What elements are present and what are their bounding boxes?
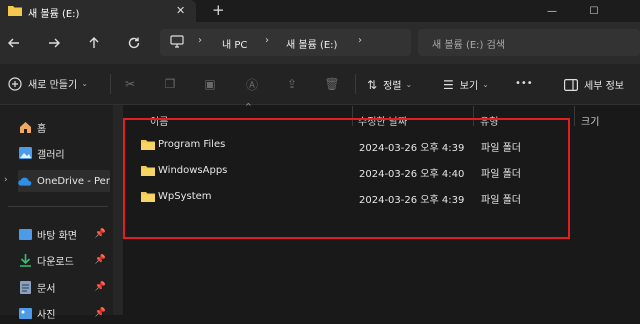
sidebar-item-label: 홈: [37, 123, 47, 135]
command-bar: [0, 64, 640, 105]
refresh-icon: [128, 37, 140, 49]
sidebar-item-downloads[interactable]: 다운로드 📌: [18, 249, 113, 271]
view-button[interactable]: ☰ 보기 ⌄: [443, 77, 489, 93]
sidebar-item-desktop[interactable]: 바탕 화면 📌: [18, 223, 113, 245]
cut-icon[interactable]: ✂: [122, 76, 138, 92]
up-button[interactable]: [80, 29, 108, 57]
sidebar-item-documents[interactable]: 문서 📌: [18, 276, 113, 298]
new-button[interactable]: 새로 만들기 ⌄: [8, 76, 88, 91]
sort-label: 정렬: [383, 81, 402, 92]
column-divider[interactable]: [574, 106, 575, 126]
sort-button[interactable]: ⇅ 정렬 ⌄: [367, 77, 413, 93]
arrow-left-icon: [8, 38, 19, 48]
sidebar-divider: [8, 206, 108, 207]
cloud-icon: [18, 174, 32, 188]
new-tab-button[interactable]: +: [212, 1, 225, 19]
chevron-right-icon[interactable]: ›: [198, 35, 202, 46]
breadcrumb-volume[interactable]: 새 볼륨 (E:): [286, 36, 337, 51]
folder-icon: [8, 4, 22, 19]
search-placeholder: 새 볼륨 (E:) 검색: [432, 40, 506, 51]
more-options-button[interactable]: •••: [515, 78, 533, 89]
sidebar-item-onedrive[interactable]: OneDrive - Pers: [18, 170, 110, 192]
sidebar-item-label: 문서: [37, 283, 56, 295]
back-button[interactable]: [0, 29, 28, 57]
pin-icon[interactable]: 📌: [95, 282, 106, 292]
chevron-right-icon[interactable]: ›: [265, 35, 269, 46]
sidebar-item-home[interactable]: 홈: [18, 116, 113, 138]
gallery-icon: [18, 146, 32, 160]
sidebar-item-label: 다운로드: [37, 256, 74, 268]
chevron-right-icon[interactable]: ›: [358, 35, 362, 46]
delete-icon[interactable]: 🗑: [324, 76, 340, 92]
monitor-icon: [170, 35, 184, 51]
column-header-size[interactable]: 크기: [581, 113, 599, 128]
home-icon: [18, 120, 32, 134]
details-button[interactable]: 세부 정보: [564, 77, 624, 92]
pin-icon[interactable]: 📌: [95, 308, 106, 318]
toolbar-divider: [355, 74, 356, 94]
toolbar-divider: [110, 74, 111, 94]
share-icon[interactable]: ⇪: [284, 76, 300, 92]
sidebar-item-label: 사진: [37, 309, 56, 321]
details-pane-icon: [564, 78, 578, 91]
maximize-button[interactable]: ☐: [574, 0, 614, 22]
forward-button[interactable]: [40, 29, 68, 57]
chevron-down-icon: ⌄: [482, 80, 489, 89]
view-icon: ☰: [443, 77, 454, 92]
pictures-icon: [18, 306, 32, 320]
download-icon: [18, 253, 32, 267]
sort-icon: ⇅: [367, 77, 378, 92]
plus-circle-icon: [8, 76, 22, 91]
sidebar-item-label: 갤러리: [37, 149, 65, 161]
chevron-down-icon: ⌄: [81, 79, 88, 88]
close-tab-button[interactable]: ✕: [176, 4, 185, 17]
expand-chevron-icon[interactable]: ›: [4, 175, 8, 185]
new-button-label: 새로 만들기: [28, 80, 78, 91]
pin-icon[interactable]: 📌: [95, 255, 106, 265]
explorer-tab[interactable]: 새 볼륨 (E:) ✕: [0, 0, 196, 22]
rename-icon[interactable]: Ⓐ: [244, 76, 260, 92]
sidebar-item-label: 바탕 화면: [37, 230, 77, 242]
arrow-right-icon: [49, 38, 60, 48]
sidebar-item-label: OneDrive - Pers: [37, 175, 110, 187]
details-label: 세부 정보: [584, 81, 624, 92]
copy-icon[interactable]: ❐: [162, 76, 178, 92]
sidebar-item-gallery[interactable]: 갤러리: [18, 142, 113, 164]
sidebar-item-pictures[interactable]: 사진 📌: [18, 302, 113, 324]
tab-title: 새 볼륨 (E:): [28, 9, 80, 20]
minimize-button[interactable]: —: [532, 0, 572, 22]
arrow-up-icon: [89, 37, 99, 48]
navigation-pane: 홈 갤러리 › OneDrive - Pers 바탕 화면 📌 다운로드 📌 문…: [0, 105, 113, 321]
paste-icon[interactable]: ▣: [202, 76, 218, 92]
document-icon: [18, 280, 32, 294]
search-box[interactable]: 새 볼륨 (E:) 검색: [418, 29, 640, 56]
view-label: 보기: [459, 81, 479, 92]
highlight-box: [123, 118, 570, 239]
refresh-button[interactable]: [120, 29, 148, 57]
chevron-down-icon: ⌄: [405, 80, 413, 89]
sort-ascending-icon: ^: [245, 102, 252, 111]
breadcrumb-this-pc[interactable]: 내 PC: [222, 36, 247, 51]
address-bar[interactable]: › 내 PC › 새 볼륨 (E:) ›: [160, 29, 411, 56]
sidebar-scrollbar[interactable]: [113, 105, 123, 315]
pin-icon[interactable]: 📌: [95, 229, 106, 239]
desktop-icon: [18, 227, 32, 241]
